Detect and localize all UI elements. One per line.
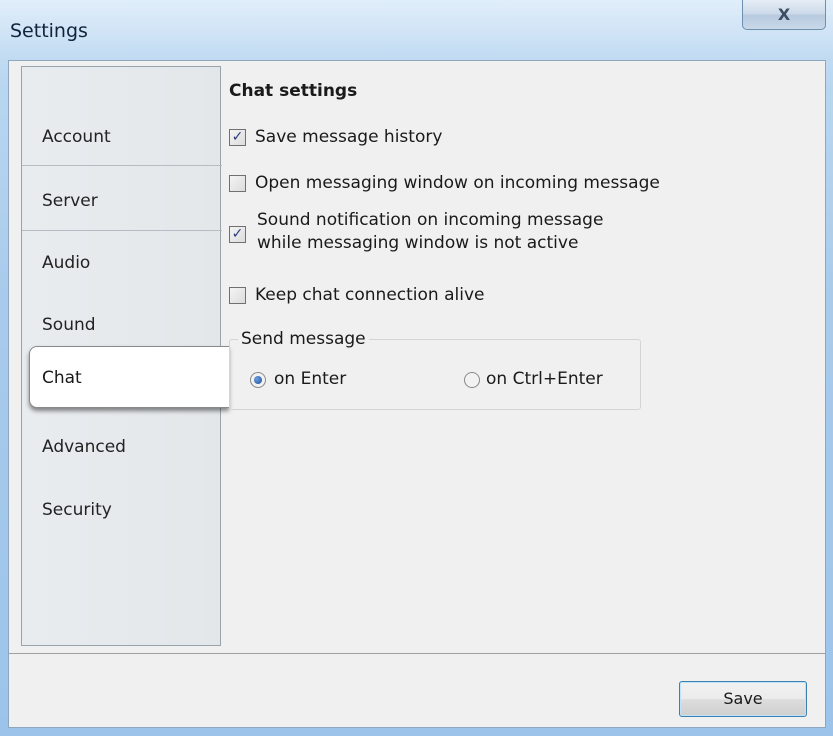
close-button[interactable]: X bbox=[742, 0, 826, 30]
nav-item-chat[interactable]: Chat bbox=[29, 346, 229, 408]
sound-notification-label-line2: while messaging window is not active bbox=[257, 233, 579, 253]
client-area: Account Server Audio Sound Advanced Secu… bbox=[8, 60, 826, 728]
sound-notification-label-line1: Sound notification on incoming message bbox=[257, 210, 604, 230]
radio-selected-dot bbox=[254, 376, 262, 384]
nav-item-chat-label: Chat bbox=[42, 368, 82, 388]
on-enter-label: on Enter bbox=[274, 369, 347, 389]
save-button[interactable]: Save bbox=[679, 681, 807, 717]
nav-item-audio[interactable]: Audio bbox=[42, 253, 90, 273]
title-bar bbox=[0, 0, 833, 60]
window-title: Settings bbox=[10, 20, 88, 42]
close-icon: X bbox=[777, 5, 791, 24]
save-history-label: Save message history bbox=[255, 127, 443, 147]
open-window-label: Open messaging window on incoming messag… bbox=[255, 173, 660, 193]
nav-item-account[interactable]: Account bbox=[42, 127, 111, 147]
nav-item-security[interactable]: Security bbox=[42, 500, 112, 520]
nav-divider bbox=[22, 165, 222, 166]
nav-item-sound[interactable]: Sound bbox=[42, 315, 96, 335]
save-history-checkbox[interactable]: ✓ bbox=[229, 129, 246, 146]
on-enter-radio[interactable] bbox=[250, 372, 266, 388]
check-icon: ✓ bbox=[231, 129, 244, 145]
send-message-title: Send message bbox=[238, 329, 369, 349]
section-heading: Chat settings bbox=[229, 81, 358, 101]
footer-divider bbox=[9, 653, 825, 654]
send-message-group: Send message on Enter on Ctrl+Enter bbox=[229, 329, 641, 410]
check-icon: ✓ bbox=[231, 226, 244, 242]
keep-alive-label: Keep chat connection alive bbox=[255, 285, 485, 305]
sound-notification-checkbox[interactable]: ✓ bbox=[229, 226, 246, 243]
open-window-checkbox[interactable] bbox=[229, 175, 246, 192]
nav-item-server[interactable]: Server bbox=[42, 191, 98, 211]
settings-window: Settings X Account Server Audio Sound Ad… bbox=[0, 0, 833, 736]
on-ctrl-enter-label: on Ctrl+Enter bbox=[486, 369, 603, 389]
keep-alive-checkbox[interactable] bbox=[229, 287, 246, 304]
nav-divider bbox=[22, 230, 222, 231]
nav-item-advanced[interactable]: Advanced bbox=[42, 437, 126, 457]
on-ctrl-enter-radio[interactable] bbox=[464, 372, 480, 388]
